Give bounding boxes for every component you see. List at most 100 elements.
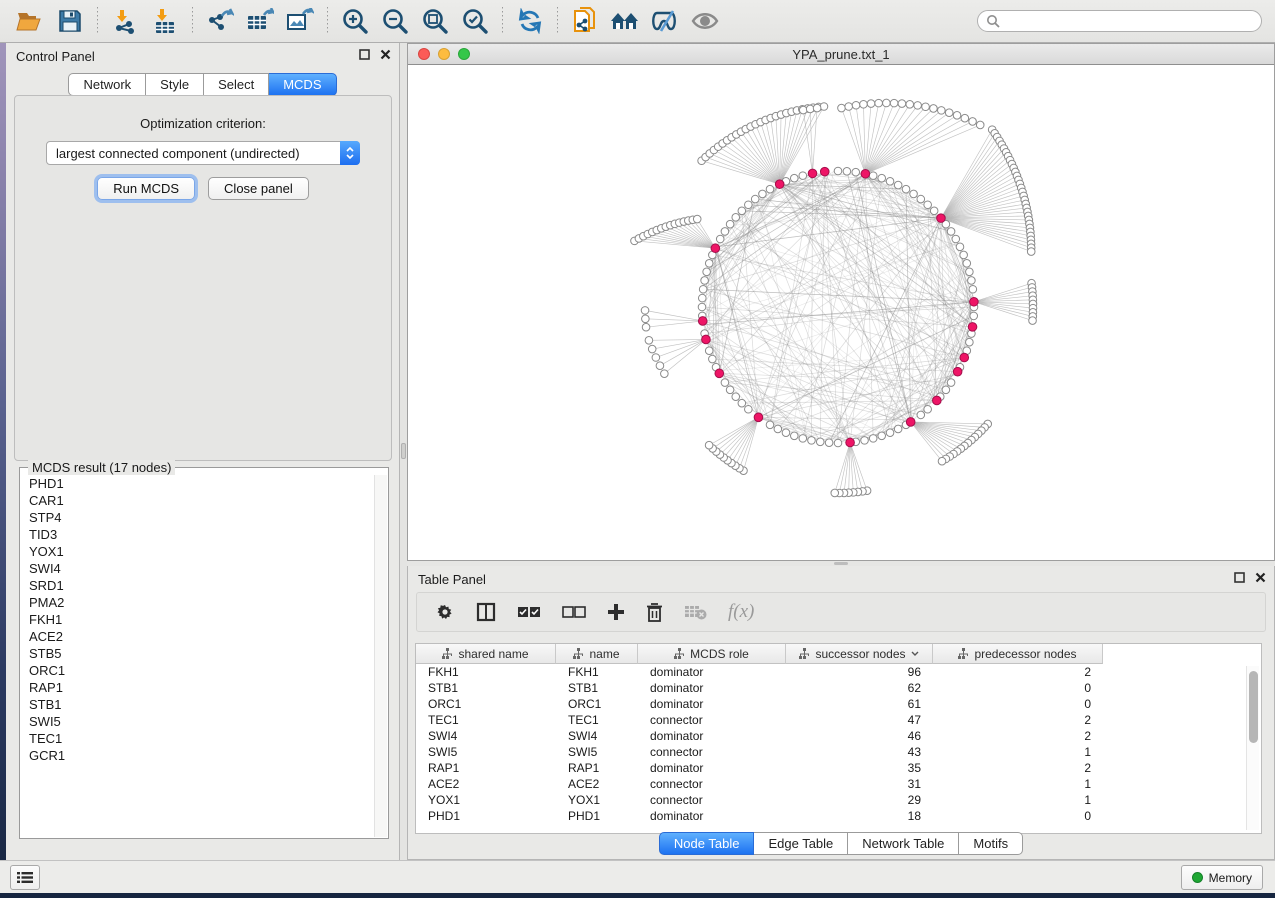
graph-leaf-node[interactable]: [1027, 248, 1035, 256]
graph-node[interactable]: [766, 421, 774, 429]
table-scrollbar[interactable]: [1246, 666, 1259, 830]
graph-node[interactable]: [947, 379, 955, 387]
maximize-window-icon[interactable]: [458, 48, 470, 60]
graph-node[interactable]: [910, 190, 918, 198]
table-row[interactable]: SWI4SWI4dominator462: [416, 728, 1245, 744]
export-image-icon[interactable]: [283, 4, 317, 38]
table-row[interactable]: STB1STB1dominator620: [416, 680, 1245, 696]
graph-leaf-node[interactable]: [693, 215, 701, 223]
mcds-result-item[interactable]: PMA2: [21, 594, 374, 611]
float-panel-icon[interactable]: [1234, 572, 1245, 583]
graph-node[interactable]: [843, 167, 851, 175]
table-row[interactable]: FKH1FKH1dominator962: [416, 664, 1245, 680]
deselect-all-rows-icon[interactable]: [562, 605, 586, 619]
show-network-overlay-icon[interactable]: [688, 4, 722, 38]
select-all-rows-icon[interactable]: [517, 605, 541, 619]
graph-leaf-node[interactable]: [938, 457, 946, 465]
graph-mcds-node[interactable]: [968, 323, 977, 332]
graph-leaf-node[interactable]: [906, 101, 914, 109]
graph-node[interactable]: [917, 411, 925, 419]
graph-leaf-node[interactable]: [645, 337, 653, 345]
graph-leaf-node[interactable]: [953, 111, 961, 119]
import-table-icon[interactable]: [148, 4, 182, 38]
graph-leaf-node[interactable]: [656, 362, 664, 370]
task-history-button[interactable]: [10, 865, 40, 890]
tab-motifs[interactable]: Motifs: [959, 832, 1023, 855]
table-row[interactable]: SWI5SWI5connector431: [416, 744, 1245, 760]
graph-node[interactable]: [745, 405, 753, 413]
graph-leaf-node[interactable]: [890, 99, 898, 107]
graph-node[interactable]: [966, 268, 974, 276]
share-network-icon[interactable]: [568, 4, 602, 38]
graph-leaf-node[interactable]: [930, 105, 938, 113]
graph-leaf-node[interactable]: [1029, 317, 1037, 325]
column-header-predecessor-nodes[interactable]: predecessor nodes: [933, 644, 1103, 664]
graph-mcds-node[interactable]: [698, 317, 707, 326]
tab-edge-table[interactable]: Edge Table: [754, 832, 848, 855]
table-body[interactable]: FKH1FKH1dominator962STB1STB1dominator620…: [416, 664, 1245, 833]
zoom-in-icon[interactable]: [338, 4, 372, 38]
graph-node[interactable]: [834, 439, 842, 447]
graph-node[interactable]: [886, 178, 894, 186]
graph-leaf-node[interactable]: [806, 105, 814, 113]
graph-node[interactable]: [701, 277, 709, 285]
graph-node[interactable]: [825, 439, 833, 447]
graph-node[interactable]: [774, 425, 782, 433]
graph-node[interactable]: [878, 432, 886, 440]
graph-leaf-node[interactable]: [641, 307, 649, 315]
graph-leaf-node[interactable]: [976, 121, 984, 129]
mcds-result-item[interactable]: YOX1: [21, 543, 374, 560]
zoom-selected-icon[interactable]: [458, 4, 492, 38]
mcds-result-item[interactable]: TID3: [21, 526, 374, 543]
graph-node[interactable]: [738, 207, 746, 215]
graph-leaf-node[interactable]: [860, 100, 868, 108]
graph-node[interactable]: [942, 386, 950, 394]
graph-leaf-node[interactable]: [945, 109, 953, 117]
graph-leaf-node[interactable]: [648, 345, 656, 353]
minimize-window-icon[interactable]: [438, 48, 450, 60]
graph-leaf-node[interactable]: [838, 104, 846, 112]
graph-node[interactable]: [799, 435, 807, 443]
refresh-icon[interactable]: [513, 4, 547, 38]
network-window-titlebar[interactable]: YPA_prune.txt_1: [408, 44, 1274, 65]
close-window-icon[interactable]: [418, 48, 430, 60]
mcds-result-item[interactable]: ORC1: [21, 662, 374, 679]
show-columns-icon[interactable]: [476, 602, 496, 622]
tab-network[interactable]: Network: [68, 73, 146, 96]
graph-node[interactable]: [808, 437, 816, 445]
graph-node[interactable]: [886, 429, 894, 437]
mcds-result-item[interactable]: SWI4: [21, 560, 374, 577]
mcds-result-item[interactable]: PHD1: [21, 475, 374, 492]
graph-leaf-node[interactable]: [914, 102, 922, 110]
graph-node[interactable]: [869, 435, 877, 443]
graph-leaf-node[interactable]: [867, 100, 875, 108]
graph-node[interactable]: [705, 347, 713, 355]
graph-mcds-node[interactable]: [711, 244, 720, 253]
close-panel-button[interactable]: Close panel: [208, 177, 309, 200]
graph-leaf-node[interactable]: [661, 370, 669, 378]
graph-leaf-node[interactable]: [705, 441, 713, 449]
mcds-result-item[interactable]: SWI5: [21, 713, 374, 730]
graph-node[interactable]: [816, 438, 824, 446]
graph-node[interactable]: [699, 285, 707, 293]
zoom-fit-icon[interactable]: [418, 4, 452, 38]
graph-node[interactable]: [782, 429, 790, 437]
mcds-result-item[interactable]: STP4: [21, 509, 374, 526]
graph-node[interactable]: [766, 185, 774, 193]
table-row[interactable]: RAP1RAP1dominator352: [416, 760, 1245, 776]
graph-leaf-node[interactable]: [642, 323, 650, 331]
graph-leaf-node[interactable]: [922, 103, 930, 111]
graph-node[interactable]: [894, 181, 902, 189]
home-icon[interactable]: [608, 4, 642, 38]
table-row[interactable]: TEC1TEC1connector472: [416, 712, 1245, 728]
graph-node[interactable]: [732, 393, 740, 401]
graph-node[interactable]: [869, 172, 877, 180]
add-column-icon[interactable]: [607, 603, 625, 621]
graph-leaf-node[interactable]: [845, 103, 853, 111]
graph-node[interactable]: [947, 228, 955, 236]
graph-leaf-node[interactable]: [642, 315, 650, 323]
graph-mcds-node[interactable]: [933, 396, 942, 405]
graph-node[interactable]: [968, 277, 976, 285]
graph-mcds-node[interactable]: [775, 180, 784, 189]
graph-leaf-node[interactable]: [852, 101, 860, 109]
